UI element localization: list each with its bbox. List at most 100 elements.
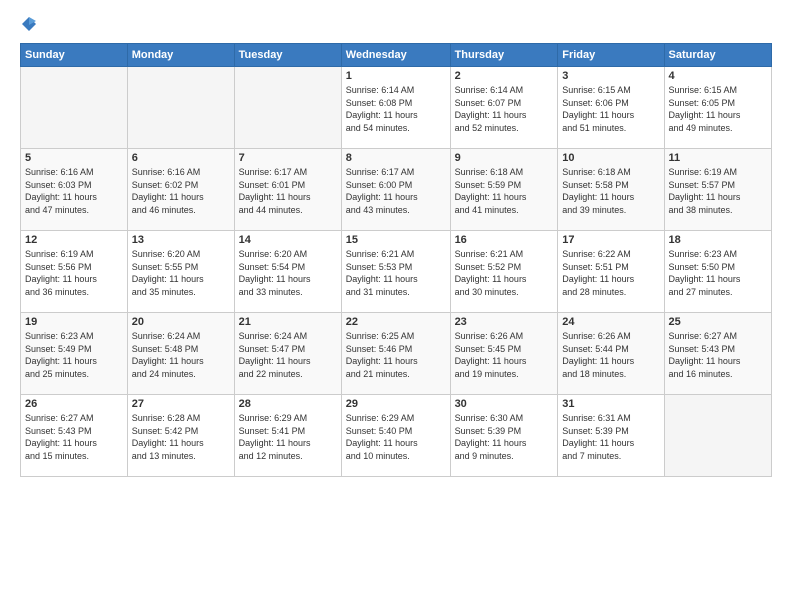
- week-row-1: 1 Sunrise: 6:14 AM Sunset: 6:08 PM Daylig…: [21, 67, 772, 149]
- day-number: 30: [455, 398, 554, 410]
- day-info: Sunrise: 6:18 AM Sunset: 5:58 PM Dayligh…: [562, 166, 659, 216]
- weekday-header-thursday: Thursday: [450, 44, 558, 67]
- week-row-2: 5 Sunrise: 6:16 AM Sunset: 6:03 PM Daylig…: [21, 149, 772, 231]
- weekday-header-monday: Monday: [127, 44, 234, 67]
- day-info: Sunrise: 6:16 AM Sunset: 6:03 PM Dayligh…: [25, 166, 123, 216]
- day-cell: 23 Sunrise: 6:26 AM Sunset: 5:45 PM Dayli…: [450, 313, 558, 395]
- day-cell: 1 Sunrise: 6:14 AM Sunset: 6:08 PM Daylig…: [341, 67, 450, 149]
- page: SundayMondayTuesdayWednesdayThursdayFrid…: [0, 0, 792, 612]
- day-info: Sunrise: 6:17 AM Sunset: 6:01 PM Dayligh…: [239, 166, 337, 216]
- day-number: 23: [455, 316, 554, 328]
- day-info: Sunrise: 6:18 AM Sunset: 5:59 PM Dayligh…: [455, 166, 554, 216]
- day-info: Sunrise: 6:16 AM Sunset: 6:02 PM Dayligh…: [132, 166, 230, 216]
- day-number: 18: [669, 234, 767, 246]
- day-cell: [127, 67, 234, 149]
- day-cell: 17Sunrise: 6:22 AM Sunset: 5:51 PM Dayli…: [558, 231, 664, 313]
- day-cell: 31Sunrise: 6:31 AM Sunset: 5:39 PM Dayli…: [558, 395, 664, 477]
- day-cell: 2 Sunrise: 6:14 AM Sunset: 6:07 PM Daylig…: [450, 67, 558, 149]
- day-info: Sunrise: 6:23 AM Sunset: 5:50 PM Dayligh…: [669, 248, 767, 298]
- day-cell: [21, 67, 128, 149]
- day-info: Sunrise: 6:29 AM Sunset: 5:41 PM Dayligh…: [239, 412, 337, 462]
- logo: [20, 15, 42, 33]
- day-cell: 10 Sunrise: 6:18 AM Sunset: 5:58 PM Dayli…: [558, 149, 664, 231]
- day-info: Sunrise: 6:27 AM Sunset: 5:43 PM Dayligh…: [669, 330, 767, 380]
- day-info: Sunrise: 6:31 AM Sunset: 5:39 PM Dayligh…: [562, 412, 659, 462]
- day-number: 5: [25, 152, 123, 164]
- day-number: 16: [455, 234, 554, 246]
- day-info: Sunrise: 6:23 AM Sunset: 5:49 PM Dayligh…: [25, 330, 123, 380]
- day-number: 27: [132, 398, 230, 410]
- day-cell: 4 Sunrise: 6:15 AM Sunset: 6:05 PM Daylig…: [664, 67, 771, 149]
- day-info: Sunrise: 6:26 AM Sunset: 5:45 PM Dayligh…: [455, 330, 554, 380]
- day-number: 9: [455, 152, 554, 164]
- day-info: Sunrise: 6:14 AM Sunset: 6:08 PM Dayligh…: [346, 84, 446, 134]
- day-number: 3: [562, 70, 659, 82]
- day-number: 26: [25, 398, 123, 410]
- day-info: Sunrise: 6:22 AM Sunset: 5:51 PM Dayligh…: [562, 248, 659, 298]
- day-number: 1: [346, 70, 446, 82]
- day-cell: 11 Sunrise: 6:19 AM Sunset: 5:57 PM Dayli…: [664, 149, 771, 231]
- day-info: Sunrise: 6:17 AM Sunset: 6:00 PM Dayligh…: [346, 166, 446, 216]
- day-info: Sunrise: 6:14 AM Sunset: 6:07 PM Dayligh…: [455, 84, 554, 134]
- day-cell: [234, 67, 341, 149]
- day-info: Sunrise: 6:27 AM Sunset: 5:43 PM Dayligh…: [25, 412, 123, 462]
- day-cell: 5 Sunrise: 6:16 AM Sunset: 6:03 PM Daylig…: [21, 149, 128, 231]
- weekday-header-row: SundayMondayTuesdayWednesdayThursdayFrid…: [21, 44, 772, 67]
- day-info: Sunrise: 6:24 AM Sunset: 5:47 PM Dayligh…: [239, 330, 337, 380]
- day-cell: 26 Sunrise: 6:27 AM Sunset: 5:43 PM Dayli…: [21, 395, 128, 477]
- day-cell: 21 Sunrise: 6:24 AM Sunset: 5:47 PM Dayli…: [234, 313, 341, 395]
- day-number: 2: [455, 70, 554, 82]
- day-cell: 9 Sunrise: 6:18 AM Sunset: 5:59 PM Daylig…: [450, 149, 558, 231]
- day-cell: 30 Sunrise: 6:30 AM Sunset: 5:39 PM Dayli…: [450, 395, 558, 477]
- day-info: Sunrise: 6:21 AM Sunset: 5:53 PM Dayligh…: [346, 248, 446, 298]
- day-cell: 12Sunrise: 6:19 AM Sunset: 5:56 PM Dayli…: [21, 231, 128, 313]
- day-info: Sunrise: 6:19 AM Sunset: 5:56 PM Dayligh…: [25, 248, 123, 298]
- day-info: Sunrise: 6:19 AM Sunset: 5:57 PM Dayligh…: [669, 166, 767, 216]
- day-number: 14: [239, 234, 337, 246]
- logo-icon: [20, 15, 38, 33]
- weekday-header-tuesday: Tuesday: [234, 44, 341, 67]
- day-number: 10: [562, 152, 659, 164]
- day-cell: [664, 395, 771, 477]
- calendar-table: SundayMondayTuesdayWednesdayThursdayFrid…: [20, 43, 772, 477]
- day-number: 11: [669, 152, 767, 164]
- day-number: 25: [669, 316, 767, 328]
- day-cell: 13 Sunrise: 6:20 AM Sunset: 5:55 PM Dayli…: [127, 231, 234, 313]
- day-info: Sunrise: 6:20 AM Sunset: 5:55 PM Dayligh…: [132, 248, 230, 298]
- day-number: 8: [346, 152, 446, 164]
- week-row-4: 19Sunrise: 6:23 AM Sunset: 5:49 PM Dayli…: [21, 313, 772, 395]
- day-cell: 8 Sunrise: 6:17 AM Sunset: 6:00 PM Daylig…: [341, 149, 450, 231]
- day-cell: 19Sunrise: 6:23 AM Sunset: 5:49 PM Dayli…: [21, 313, 128, 395]
- day-number: 28: [239, 398, 337, 410]
- weekday-header-wednesday: Wednesday: [341, 44, 450, 67]
- day-info: Sunrise: 6:15 AM Sunset: 6:05 PM Dayligh…: [669, 84, 767, 134]
- day-number: 4: [669, 70, 767, 82]
- day-cell: 22 Sunrise: 6:25 AM Sunset: 5:46 PM Dayli…: [341, 313, 450, 395]
- weekday-header-friday: Friday: [558, 44, 664, 67]
- day-number: 20: [132, 316, 230, 328]
- weekday-header-sunday: Sunday: [21, 44, 128, 67]
- day-info: Sunrise: 6:28 AM Sunset: 5:42 PM Dayligh…: [132, 412, 230, 462]
- day-info: Sunrise: 6:26 AM Sunset: 5:44 PM Dayligh…: [562, 330, 659, 380]
- day-cell: 25 Sunrise: 6:27 AM Sunset: 5:43 PM Dayli…: [664, 313, 771, 395]
- day-cell: 27 Sunrise: 6:28 AM Sunset: 5:42 PM Dayli…: [127, 395, 234, 477]
- week-row-3: 12Sunrise: 6:19 AM Sunset: 5:56 PM Dayli…: [21, 231, 772, 313]
- day-cell: 28 Sunrise: 6:29 AM Sunset: 5:41 PM Dayli…: [234, 395, 341, 477]
- day-cell: 18 Sunrise: 6:23 AM Sunset: 5:50 PM Dayli…: [664, 231, 771, 313]
- day-info: Sunrise: 6:24 AM Sunset: 5:48 PM Dayligh…: [132, 330, 230, 380]
- day-number: 6: [132, 152, 230, 164]
- day-cell: 20 Sunrise: 6:24 AM Sunset: 5:48 PM Dayli…: [127, 313, 234, 395]
- day-cell: 15Sunrise: 6:21 AM Sunset: 5:53 PM Dayli…: [341, 231, 450, 313]
- day-info: Sunrise: 6:21 AM Sunset: 5:52 PM Dayligh…: [455, 248, 554, 298]
- day-info: Sunrise: 6:20 AM Sunset: 5:54 PM Dayligh…: [239, 248, 337, 298]
- day-number: 13: [132, 234, 230, 246]
- day-number: 22: [346, 316, 446, 328]
- day-number: 21: [239, 316, 337, 328]
- day-cell: 14 Sunrise: 6:20 AM Sunset: 5:54 PM Dayli…: [234, 231, 341, 313]
- day-number: 24: [562, 316, 659, 328]
- header: [20, 15, 772, 33]
- day-info: Sunrise: 6:25 AM Sunset: 5:46 PM Dayligh…: [346, 330, 446, 380]
- day-number: 29: [346, 398, 446, 410]
- day-info: Sunrise: 6:30 AM Sunset: 5:39 PM Dayligh…: [455, 412, 554, 462]
- day-cell: 29Sunrise: 6:29 AM Sunset: 5:40 PM Dayli…: [341, 395, 450, 477]
